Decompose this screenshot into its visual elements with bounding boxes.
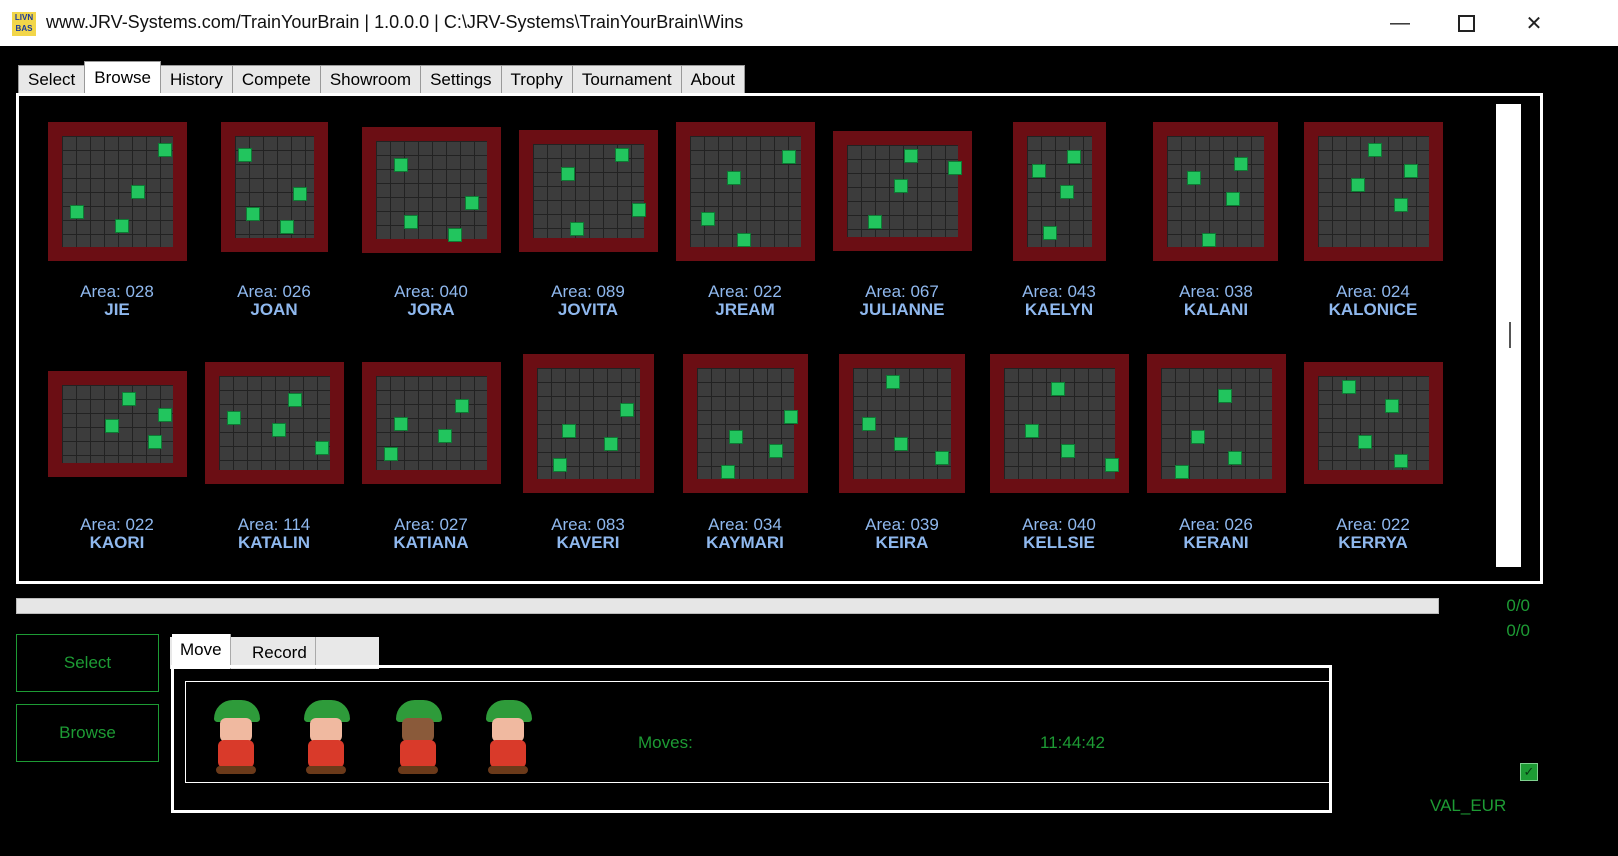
level-area: Area: 043	[1022, 282, 1096, 301]
level-name: KATALIN	[237, 533, 311, 552]
scrollbar-thumb[interactable]	[1509, 322, 1511, 348]
subtab-move[interactable]: Move	[172, 634, 231, 669]
level-thumbnail[interactable]	[1147, 354, 1286, 493]
minimize-icon: —	[1390, 11, 1410, 34]
app-icon: LIVN BAS	[12, 12, 36, 36]
level-area: Area: 022	[80, 515, 154, 534]
level-thumbnail[interactable]	[990, 354, 1129, 493]
tab-browse[interactable]: Browse	[84, 61, 161, 94]
level-name: KAELYN	[1024, 300, 1094, 319]
level-area: Area: 038	[1179, 282, 1253, 301]
level-area: Area: 067	[865, 282, 939, 301]
browse-button[interactable]: Browse	[16, 704, 159, 762]
moves-label: Moves:	[638, 733, 693, 752]
level-name: JOVITA	[557, 300, 619, 319]
level-area: Area: 040	[1022, 515, 1096, 534]
tab-showroom[interactable]: Showroom	[319, 65, 422, 94]
level-thumbnail[interactable]	[205, 362, 344, 484]
check-icon: ✓	[1523, 764, 1535, 779]
level-thumbnail[interactable]	[833, 131, 972, 251]
select-button[interactable]: Select	[16, 634, 159, 692]
level-area: Area: 089	[551, 282, 625, 301]
level-name: JOAN	[250, 300, 298, 319]
level-thumbnail[interactable]	[676, 122, 815, 261]
maximize-icon	[1457, 14, 1475, 32]
checkbox[interactable]: ✓	[1520, 763, 1538, 781]
level-name: KALANI	[1183, 300, 1249, 319]
tab-trophy[interactable]: Trophy	[500, 65, 573, 94]
level-name: KEIRA	[875, 533, 929, 552]
level-area: Area: 022	[1336, 515, 1410, 534]
level-thumbnail[interactable]	[1304, 362, 1443, 484]
minimize-button[interactable]: —	[1366, 0, 1434, 46]
level-name: JORA	[407, 300, 455, 319]
tab-about[interactable]: About	[680, 65, 746, 94]
level-area: Area: 039	[865, 515, 939, 534]
level-name: KAORI	[89, 533, 145, 552]
level-area: Area: 034	[708, 515, 782, 534]
tab-compete[interactable]: Compete	[231, 65, 321, 94]
level-thumbnail[interactable]	[48, 122, 187, 261]
level-name: KAYMARI	[706, 533, 784, 552]
close-button[interactable]: ✕	[1500, 0, 1568, 46]
level-name: KELLSIE	[1023, 533, 1095, 552]
maximize-button[interactable]	[1432, 0, 1500, 46]
window-title: www.JRV-Systems.com/TrainYourBrain | 1.0…	[46, 12, 744, 32]
level-area: Area: 040	[394, 282, 468, 301]
level-name: KALONICE	[1328, 300, 1418, 319]
level-area: Area: 026	[237, 282, 311, 301]
clock-display: 11:44:42	[1040, 733, 1105, 752]
level-thumbnail[interactable]	[839, 354, 965, 493]
level-thumbnail[interactable]	[221, 122, 328, 252]
level-name: KATIANA	[393, 533, 469, 552]
tab-history[interactable]: History	[159, 65, 233, 94]
level-thumbnail[interactable]	[1013, 122, 1106, 261]
level-thumbnail[interactable]	[1153, 122, 1278, 261]
level-area: Area: 027	[394, 515, 468, 534]
level-area: Area: 024	[1336, 282, 1410, 301]
main-tabbar: Select Browse History Compete Showroom S…	[18, 61, 746, 95]
level-name: JIE	[104, 300, 130, 319]
level-thumbnail[interactable]	[362, 127, 501, 253]
progress-bar	[16, 598, 1439, 614]
level-thumbnail[interactable]	[1304, 122, 1443, 261]
level-area: Area: 026	[1179, 515, 1253, 534]
counter-top: 0/0	[1506, 596, 1530, 615]
tab-settings[interactable]: Settings	[420, 65, 502, 94]
level-thumbnail[interactable]	[519, 130, 658, 252]
level-area: Area: 022	[708, 282, 782, 301]
title-bar: LIVN BAS www.JRV-Systems.com/TrainYourBr…	[0, 0, 1618, 46]
level-name: KAVERI	[556, 533, 620, 552]
tab-select[interactable]: Select	[18, 65, 86, 94]
level-thumbnail[interactable]	[523, 354, 654, 493]
player-facing-right	[206, 700, 266, 776]
level-area: Area: 114	[237, 515, 311, 534]
level-thumbnail[interactable]	[362, 362, 501, 484]
level-thumbnail[interactable]	[683, 354, 808, 493]
level-area: Area: 083	[551, 515, 625, 534]
level-name: JREAM	[715, 300, 775, 319]
level-thumbnail[interactable]	[48, 371, 187, 477]
player-facing-front	[296, 700, 356, 776]
val-label: VAL_EUR	[1430, 796, 1507, 815]
level-area: Area: 028	[80, 282, 154, 301]
counter-bottom: 0/0	[1506, 621, 1530, 640]
move-inner-panel	[185, 681, 1331, 783]
level-name: JULIANNE	[859, 300, 945, 319]
level-name: KERANI	[1183, 533, 1249, 552]
level-name: KERRYA	[1338, 533, 1408, 552]
close-icon: ✕	[1525, 12, 1543, 35]
player-facing-left	[478, 700, 538, 776]
tab-tournament[interactable]: Tournament	[571, 65, 682, 94]
player-facing-back	[388, 700, 448, 776]
